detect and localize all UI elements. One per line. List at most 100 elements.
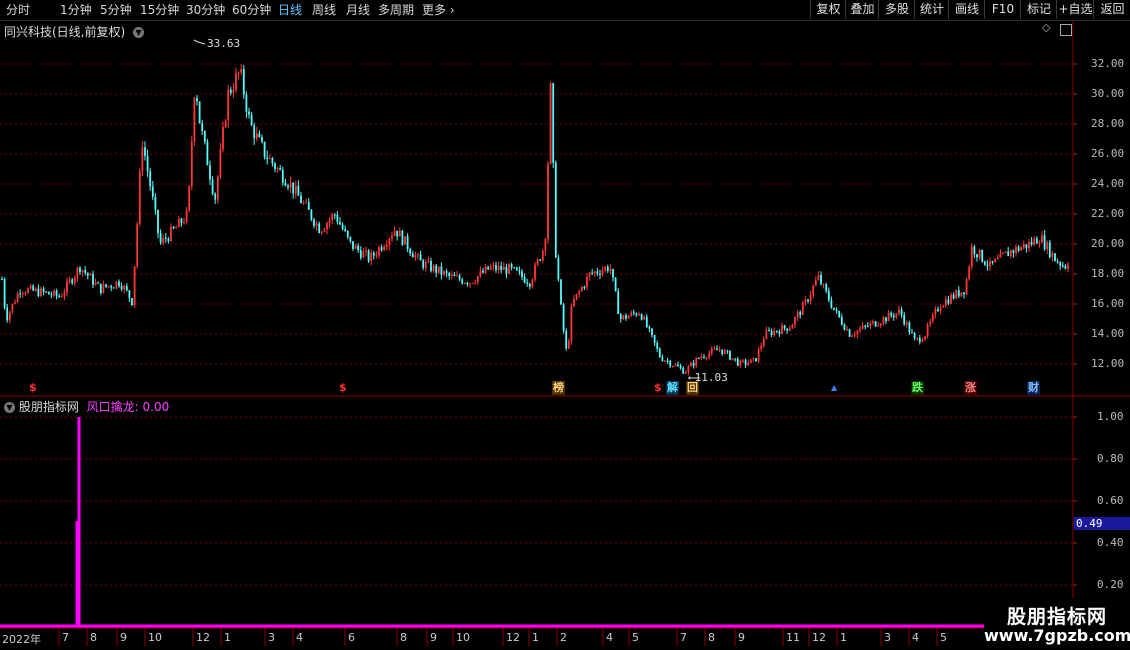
event-marker[interactable]: 涨 — [964, 381, 977, 395]
event-marker[interactable]: 榜 — [552, 381, 565, 395]
period-tab[interactable]: 1分钟 — [60, 1, 92, 19]
period-tab[interactable]: 月线 — [346, 1, 370, 19]
period-tab[interactable]: 60分钟 — [232, 1, 271, 19]
candle-body — [63, 292, 66, 297]
candle-body — [58, 295, 61, 297]
toolbar-button[interactable]: 画线 — [948, 0, 985, 19]
candle-body — [326, 223, 328, 230]
candle-body — [635, 313, 638, 316]
candle-body — [456, 275, 458, 277]
event-marker[interactable]: $ — [338, 381, 348, 395]
candle-body — [957, 290, 960, 297]
candle-body — [11, 303, 14, 312]
candle-body — [411, 253, 414, 258]
period-tab[interactable]: 15分钟 — [140, 1, 179, 19]
candle-body — [674, 364, 677, 366]
candle-body — [183, 222, 185, 224]
chevron-down-icon[interactable]: ▼ — [133, 27, 145, 38]
diamond-icon[interactable]: ◇ — [1042, 21, 1050, 34]
indicator-axis-label: 1.00 — [1097, 410, 1124, 423]
period-tab[interactable]: 5分钟 — [100, 1, 132, 19]
toolbar-button[interactable]: F10 — [984, 0, 1021, 19]
period-tab[interactable]: 周线 — [312, 1, 336, 19]
candle-body — [835, 309, 838, 311]
candle-body — [201, 123, 204, 132]
candle-body — [645, 316, 648, 328]
chart-canvas[interactable] — [0, 0, 1130, 650]
period-tab[interactable]: 分时 — [6, 1, 30, 19]
candle-body — [643, 316, 646, 320]
candle-body — [224, 120, 227, 128]
candle-body — [684, 372, 687, 374]
toolbar-button[interactable]: 返回 — [1093, 0, 1130, 19]
toolbar-button[interactable]: 统计 — [914, 0, 949, 19]
candle-body — [240, 69, 243, 73]
window-icon[interactable] — [1060, 24, 1072, 36]
candle-body — [245, 94, 248, 112]
candle-body — [1059, 262, 1062, 266]
candle-body — [232, 90, 235, 93]
period-tab[interactable]: 日线 — [278, 1, 302, 19]
candle-body — [692, 362, 695, 366]
event-marker[interactable]: 财 — [1027, 381, 1040, 395]
candle-body — [297, 185, 300, 196]
candle-body — [640, 314, 643, 320]
candle-body — [352, 241, 354, 249]
candle-body — [521, 271, 523, 278]
current-value-tag: 0.49 — [1074, 517, 1130, 531]
candle-body — [926, 324, 929, 337]
candle-body — [406, 236, 409, 249]
event-marker[interactable]: 回 — [686, 381, 699, 395]
candle-body — [170, 226, 172, 242]
candle-body — [484, 266, 487, 273]
event-marker[interactable]: $ — [28, 381, 38, 395]
event-marker[interactable]: 跌 — [911, 381, 924, 395]
candle-body — [937, 309, 939, 311]
candle-body — [770, 330, 773, 336]
candle-body — [476, 276, 479, 283]
indicator-axis-label: 0.40 — [1097, 536, 1124, 549]
candle-body — [960, 292, 963, 297]
candle-body — [557, 257, 560, 280]
toolbar-button[interactable]: 复权 — [810, 0, 846, 19]
event-marker[interactable]: 解 — [666, 381, 679, 395]
period-tab[interactable]: 30分钟 — [186, 1, 225, 19]
candle-body — [580, 286, 583, 292]
candle-body — [307, 202, 310, 210]
date-axis-label: 3 — [268, 631, 275, 644]
candle-body — [385, 244, 388, 247]
candle-body — [3, 279, 6, 308]
candle-body — [549, 83, 552, 164]
indicator-axis-label: 0.20 — [1097, 578, 1124, 591]
candle-body — [716, 348, 718, 351]
candle-body — [331, 214, 334, 220]
price-axis-label: 14.00 — [1091, 327, 1125, 340]
candle-body — [999, 253, 1002, 258]
candle-body — [219, 149, 222, 177]
price-axis-label: 12.00 — [1091, 357, 1125, 370]
candle-body — [913, 333, 916, 339]
event-marker[interactable]: $ — [653, 381, 663, 395]
price-axis-label: 28.00 — [1091, 117, 1125, 130]
candle-body — [417, 254, 419, 256]
candle-body — [895, 313, 898, 318]
candle-body — [848, 329, 851, 337]
candle-body — [838, 310, 841, 317]
candle-body — [261, 136, 263, 142]
toolbar-button[interactable]: 标记 — [1020, 0, 1057, 19]
toolbar-button[interactable]: 多股 — [878, 0, 915, 19]
toolbar-button[interactable]: +自选 — [1056, 0, 1094, 19]
candle-body — [1002, 252, 1004, 254]
candle-body — [313, 219, 315, 226]
period-tab[interactable]: 多周期 — [378, 1, 414, 19]
candle-body — [276, 168, 279, 170]
indicator-chevron-icon[interactable]: ▼ — [4, 402, 15, 413]
candle-body — [302, 202, 305, 204]
candle-body — [846, 329, 848, 331]
candle-body — [651, 328, 653, 336]
event-marker[interactable]: ▲ — [830, 381, 838, 395]
candle-body — [586, 276, 588, 288]
period-tab[interactable]: 更多 › — [422, 1, 455, 19]
candle-body — [796, 312, 799, 318]
toolbar-button[interactable]: 叠加 — [845, 0, 879, 19]
